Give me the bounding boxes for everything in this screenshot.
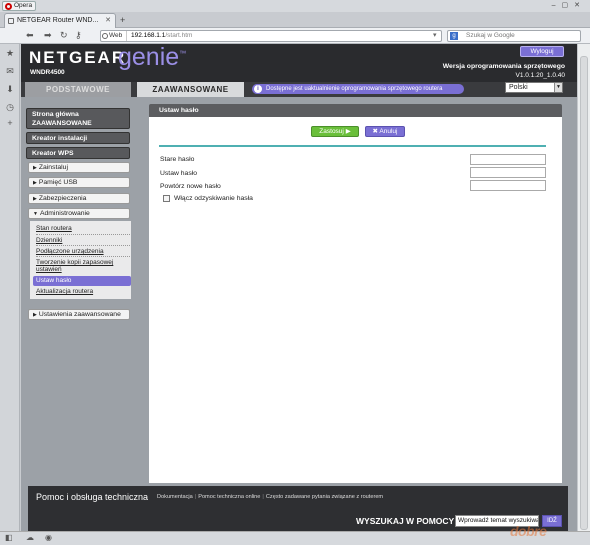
url-text[interactable]: 192.168.1.1/start.htm <box>131 30 192 42</box>
page-scrollbar[interactable] <box>577 44 590 531</box>
opera-menu-button[interactable]: Opera <box>2 1 36 11</box>
link-online-support[interactable]: Pomoc techniczna online <box>198 494 260 500</box>
old-password-field[interactable] <box>470 154 546 165</box>
messages-icon[interactable]: ✉ <box>5 66 15 76</box>
browser-statusbar <box>0 531 590 545</box>
play-icon: ▶ <box>345 128 351 135</box>
link-documentation[interactable]: Dokumentacja <box>157 494 193 500</box>
sidebar-home-button[interactable]: Strona główna ZAAWANSOWANE <box>26 108 130 129</box>
browser-search-input[interactable]: g Szukaj w Google <box>447 30 581 42</box>
old-password-label: Stare hasło <box>160 156 195 163</box>
chevron-right-icon: ▶ <box>33 180 37 186</box>
new-tab-button[interactable]: + <box>120 15 125 25</box>
info-icon: i <box>254 85 262 93</box>
link-faq[interactable]: Często zadawane pytania związane z route… <box>266 494 383 500</box>
close-icon: ✖ <box>372 128 378 135</box>
firmware-update-notice[interactable]: i Dostępne jest uaktualnienie oprogramowa… <box>252 84 464 94</box>
chevron-down-icon: ▼ <box>554 83 562 92</box>
scrollbar-thumb[interactable] <box>580 56 588 530</box>
netgear-logo: NETGEAR <box>29 48 127 67</box>
page-favicon-icon <box>8 18 14 24</box>
chevron-down-icon: ▼ <box>33 211 38 217</box>
window-titlebar <box>0 0 590 12</box>
sidebar-item-advanced-settings[interactable]: ▶ Ustawienia zaawansowane <box>28 309 130 320</box>
tab-basic[interactable]: PODSTAWOWE <box>25 82 131 97</box>
new-password-label: Ustaw hasło <box>160 170 198 177</box>
back-icon[interactable]: ⬅ <box>26 30 34 41</box>
divider <box>36 245 130 246</box>
apply-button[interactable]: Zastosuj ▶ <box>311 126 359 137</box>
sidebar-item-usb-storage[interactable]: ▶ Pamięć USB <box>28 177 130 188</box>
panel-title: Ustaw hasło <box>149 104 562 117</box>
help-title: Pomoc i obsługa techniczna <box>36 492 149 502</box>
tab-advanced[interactable]: ZAAWANSOWANE <box>137 82 244 97</box>
close-tab-icon[interactable]: ✕ <box>105 16 111 24</box>
cancel-button[interactable]: ✖ Anuluj <box>365 126 405 137</box>
new-password-field[interactable] <box>470 167 546 178</box>
password-recovery-label: Włącz odzyskiwanie hasła <box>174 195 253 202</box>
submenu-attached-devices[interactable]: Podłączone urządzenia <box>36 248 104 255</box>
language-select[interactable]: Polski ▼ <box>505 82 563 93</box>
sidebar-item-setup[interactable]: ▶ Zainstaluj <box>28 162 130 173</box>
help-links: Dokumentacja | Pomoc techniczna online | Czę… <box>157 494 384 500</box>
chevron-right-icon: ▶ <box>33 312 37 318</box>
opera-logo-icon <box>5 3 12 10</box>
sidebar-item-security[interactable]: ▶ Zabezpieczenia <box>28 193 130 204</box>
chevron-right-icon: ▶ <box>33 165 37 171</box>
window-controls[interactable]: –▢✕ <box>552 1 586 9</box>
submenu-router-status[interactable]: Stan routera <box>36 225 72 232</box>
dropdown-arrow-icon[interactable]: ▾ <box>433 31 437 39</box>
speed-dial-icon[interactable]: ◉ <box>45 533 52 542</box>
password-recovery-checkbox[interactable] <box>163 195 170 202</box>
chevron-right-icon: ▶ <box>33 196 37 202</box>
genie-logo: genie™ <box>118 43 187 71</box>
add-panel-icon[interactable]: + <box>5 118 15 128</box>
history-icon[interactable]: ◷ <box>5 102 15 112</box>
repeat-password-label: Powtórz nowe hasło <box>160 183 221 190</box>
divider <box>36 234 130 235</box>
sidebar-setup-wizard[interactable]: Kreator instalacji <box>26 132 130 144</box>
forward-icon[interactable]: ➡ <box>44 30 52 41</box>
downloads-icon[interactable]: ⬇ <box>5 84 15 94</box>
key-icon[interactable]: ⚷ <box>75 30 82 41</box>
panel-toggle-icon[interactable]: ◧ <box>5 533 13 542</box>
submenu-backup-settings[interactable]: Tworzenie kopii zapasowej ustawień <box>36 259 131 273</box>
submenu-logs[interactable]: Dzienniki <box>36 237 62 244</box>
help-search-label: WYSZUKAJ W POMOCY <box>356 516 455 526</box>
browser-tab[interactable]: NETGEAR Router WND... ✕ <box>4 13 116 28</box>
web-badge: Web <box>101 31 127 41</box>
divider-line <box>159 145 546 147</box>
submenu-set-password[interactable]: Ustaw hasło <box>33 276 131 286</box>
repeat-password-field[interactable] <box>470 180 546 191</box>
google-icon: g <box>450 32 458 40</box>
divider <box>36 256 130 257</box>
firmware-label: Wersja oprogramowania sprzętowego <box>442 63 565 70</box>
logout-button[interactable]: Wyloguj <box>520 46 564 57</box>
model-name: WNDR4500 <box>30 69 65 76</box>
watermark-logo: dobre <box>510 523 547 539</box>
sidebar-item-administration[interactable]: ▼ Administrowanie <box>28 208 130 219</box>
bookmarks-star-icon[interactable]: ★ <box>5 48 15 58</box>
reload-icon[interactable]: ↻ <box>60 30 68 41</box>
cloud-icon[interactable]: ☁ <box>26 533 34 542</box>
sidebar-wps-wizard[interactable]: Kreator WPS <box>26 147 130 159</box>
firmware-version: V1.0.1.20_1.0.40 <box>515 72 565 79</box>
submenu-router-update[interactable]: Aktualizacja routera <box>36 288 93 295</box>
globe-icon <box>102 33 108 39</box>
